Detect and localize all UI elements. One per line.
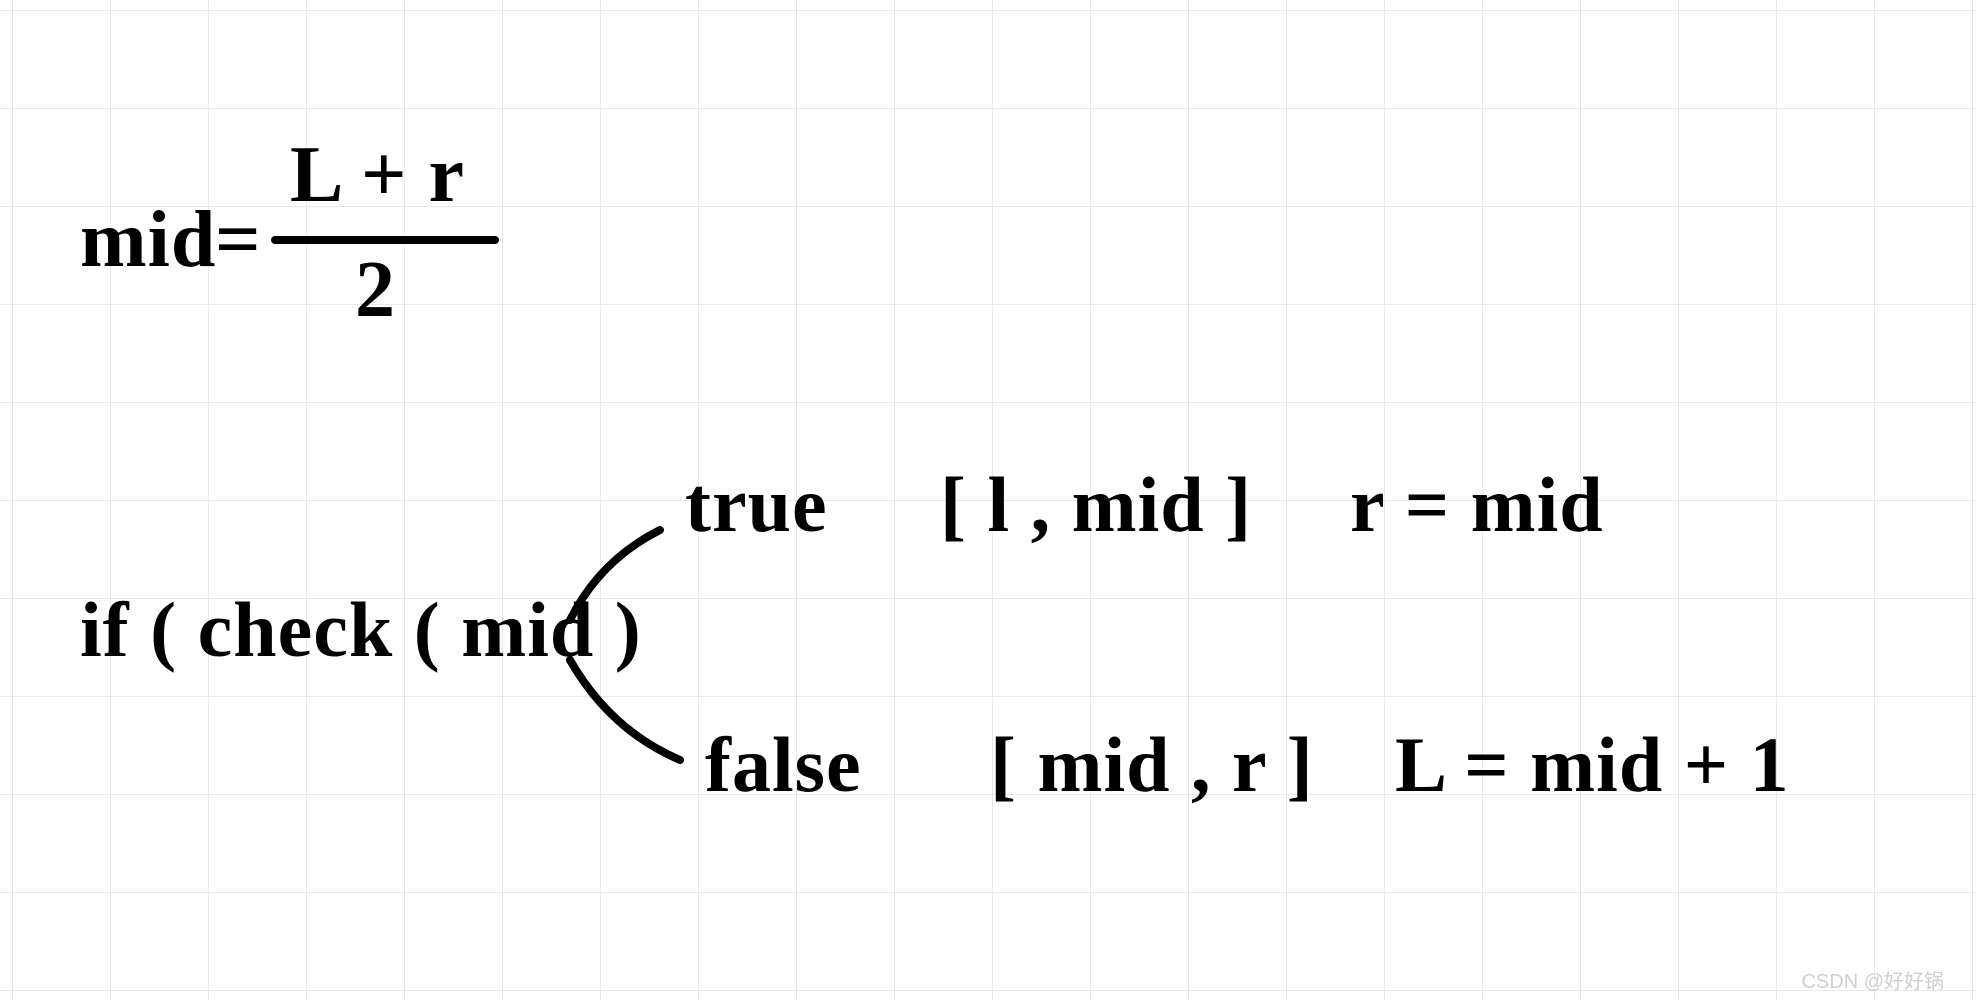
branch-false-interval: [ mid , r ] (990, 720, 1314, 810)
if-check-mid: if ( check ( mid ) (80, 585, 642, 675)
formula-numerator: L + r (290, 130, 465, 221)
branch-true-update: r = mid (1350, 460, 1604, 550)
branch-true-interval: [ l , mid ] (940, 460, 1252, 550)
formula-equals: = (215, 195, 262, 286)
branch-false-label: false (705, 720, 862, 810)
formula-denominator: 2 (355, 245, 396, 336)
formula-lhs: mid (80, 195, 216, 286)
watermark: CSDN @好好锅 (1801, 965, 1944, 994)
branch-true-label: true (685, 460, 828, 550)
branch-false-update: L = mid + 1 (1395, 720, 1790, 810)
